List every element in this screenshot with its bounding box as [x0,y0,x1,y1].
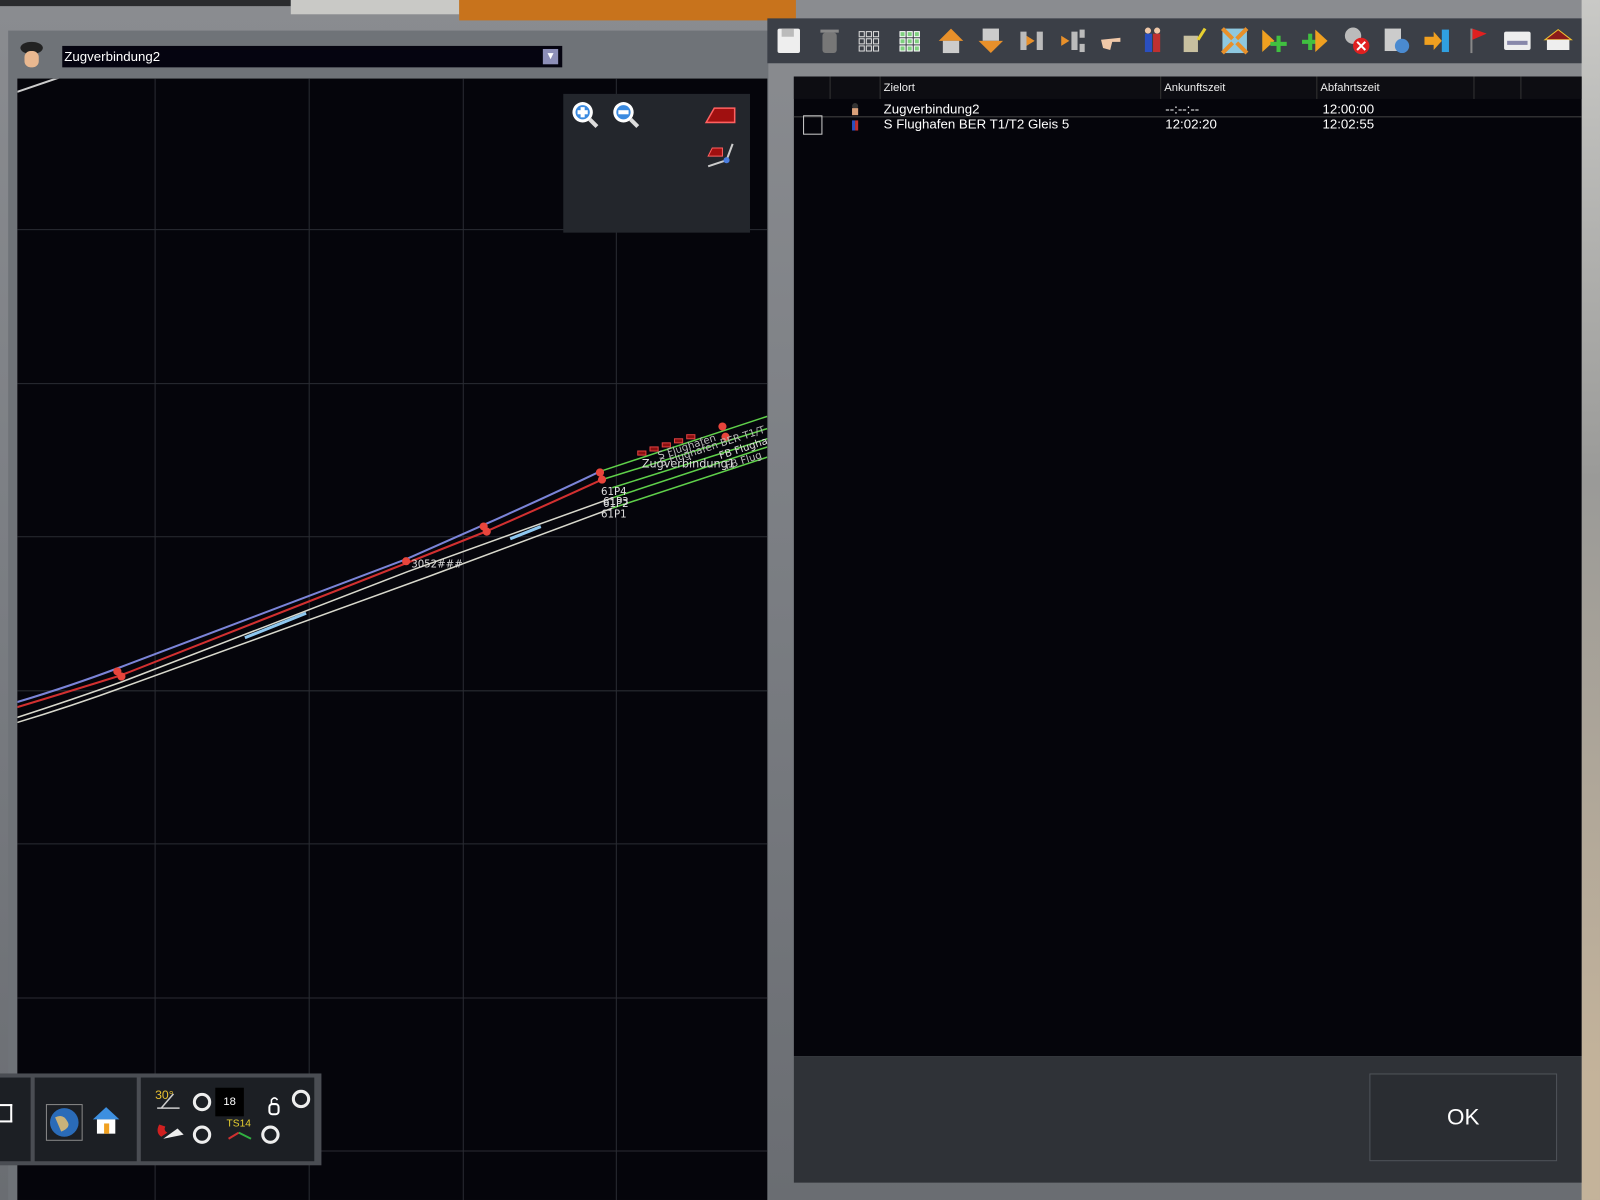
grid-green-icon[interactable] [895,26,926,57]
ticket-icon[interactable] [1502,26,1533,57]
track-line [17,78,60,93]
station-icon[interactable] [1543,26,1574,57]
track-highlight [244,525,542,640]
ankunft-cell: --:--:-- [1165,101,1200,117]
settings-icon[interactable] [1381,26,1412,57]
ts-icon[interactable]: TS14 [226,1118,252,1140]
pointer-hand-icon[interactable] [1097,26,1128,57]
train-view-icon[interactable] [704,102,736,133]
zoom-out-icon[interactable] [611,100,642,131]
globe-icon[interactable] [45,1104,83,1141]
collapse-icon[interactable] [1219,26,1250,57]
home-icon[interactable] [90,1104,123,1142]
refuel-icon[interactable] [1178,26,1209,57]
column-header [1520,76,1583,99]
window-icon[interactable] [0,1104,13,1123]
passenger-icon [851,118,859,133]
passengers-icon[interactable] [1138,26,1169,57]
column-header [1473,76,1520,99]
ts-label: TS14 [226,1118,251,1130]
track-map[interactable]: 61P4 61P3 61P2 61P1 Zugverbindung1 3052#… [17,78,768,1200]
zoom-in-icon[interactable] [570,100,601,131]
map-tools-panel [563,93,750,233]
toolbar-section [34,1077,137,1162]
table-header: Zielort Ankunftszeit Abfahrtszeit [793,76,1583,99]
background [290,0,460,15]
remove-driver-icon[interactable] [1340,26,1371,57]
ok-button[interactable]: OK [1369,1073,1558,1162]
delete-icon[interactable] [814,26,845,57]
timetable-panel: Zielort Ankunftszeit Abfahrtszeit Zugver… [793,76,1583,1057]
row-checkbox[interactable] [803,115,823,135]
move-up-icon[interactable] [935,26,966,57]
driver-icon [16,39,47,72]
angle-icon[interactable]: 30° [155,1088,180,1109]
driver-icon [851,103,859,118]
magnet-radio[interactable] [192,1125,212,1144]
ts-radio[interactable] [261,1125,280,1144]
lock-icon[interactable] [267,1096,281,1122]
train-select[interactable]: Zugverbindung2 ▼ [62,45,563,68]
zielort-cell: S Flughafen BER T1/T2 Gleis 5 [883,116,1070,132]
column-header-ankunftszeit[interactable]: Ankunftszeit [1160,76,1317,99]
chevron-down-icon[interactable]: ▼ [542,48,559,65]
grid-outline-icon[interactable] [854,26,885,57]
train-track-icon[interactable] [706,142,737,173]
abfahrt-cell: 12:00:00 [1322,101,1375,117]
value-field[interactable]: 18 [215,1087,244,1117]
track-map-canvas: 61P4 61P3 61P2 61P1 Zugverbindung1 3052#… [17,78,768,1200]
toolbar-section [0,1077,31,1162]
table-row[interactable]: S Flughafen BER T1/T2 Gleis 5 12:02:20 1… [794,117,1582,131]
lock-radio[interactable] [291,1089,311,1109]
flag-icon[interactable] [1462,26,1493,57]
angle-radio[interactable] [192,1092,212,1112]
ankunft-cell: 12:02:20 [1165,116,1217,132]
insert-before-icon[interactable] [1057,26,1088,57]
column-header [829,76,882,99]
abfahrt-cell: 12:02:55 [1322,116,1375,132]
background-scene [1581,0,1600,1200]
background [0,0,291,7]
toolbar [767,18,1582,64]
save-icon[interactable] [773,26,804,57]
magnet-icon[interactable] [155,1120,186,1148]
column-header-abfahrtszeit[interactable]: Abfahrtszeit [1316,76,1473,99]
insert-after-icon[interactable] [1016,26,1047,57]
table-row[interactable]: Zugverbindung2 --:--:-- 12:00:00 [793,101,1582,118]
track-white [17,497,613,719]
map-options-bar: 30° 18 TS14 [0,1073,322,1166]
map-label: 61P1 [601,509,627,520]
add-before-icon[interactable] [1300,26,1331,57]
move-down-icon[interactable] [976,26,1007,57]
toolbar-section: 30° 18 TS14 [140,1077,315,1162]
map-label: 3052### [411,559,463,570]
add-after-icon[interactable] [1259,26,1290,57]
column-header-zielort[interactable]: Zielort [879,76,1160,99]
zielort-cell: Zugverbindung2 [883,101,980,117]
background [459,0,796,21]
enter-icon[interactable] [1421,26,1452,57]
train-select-value: Zugverbindung2 [64,48,161,65]
